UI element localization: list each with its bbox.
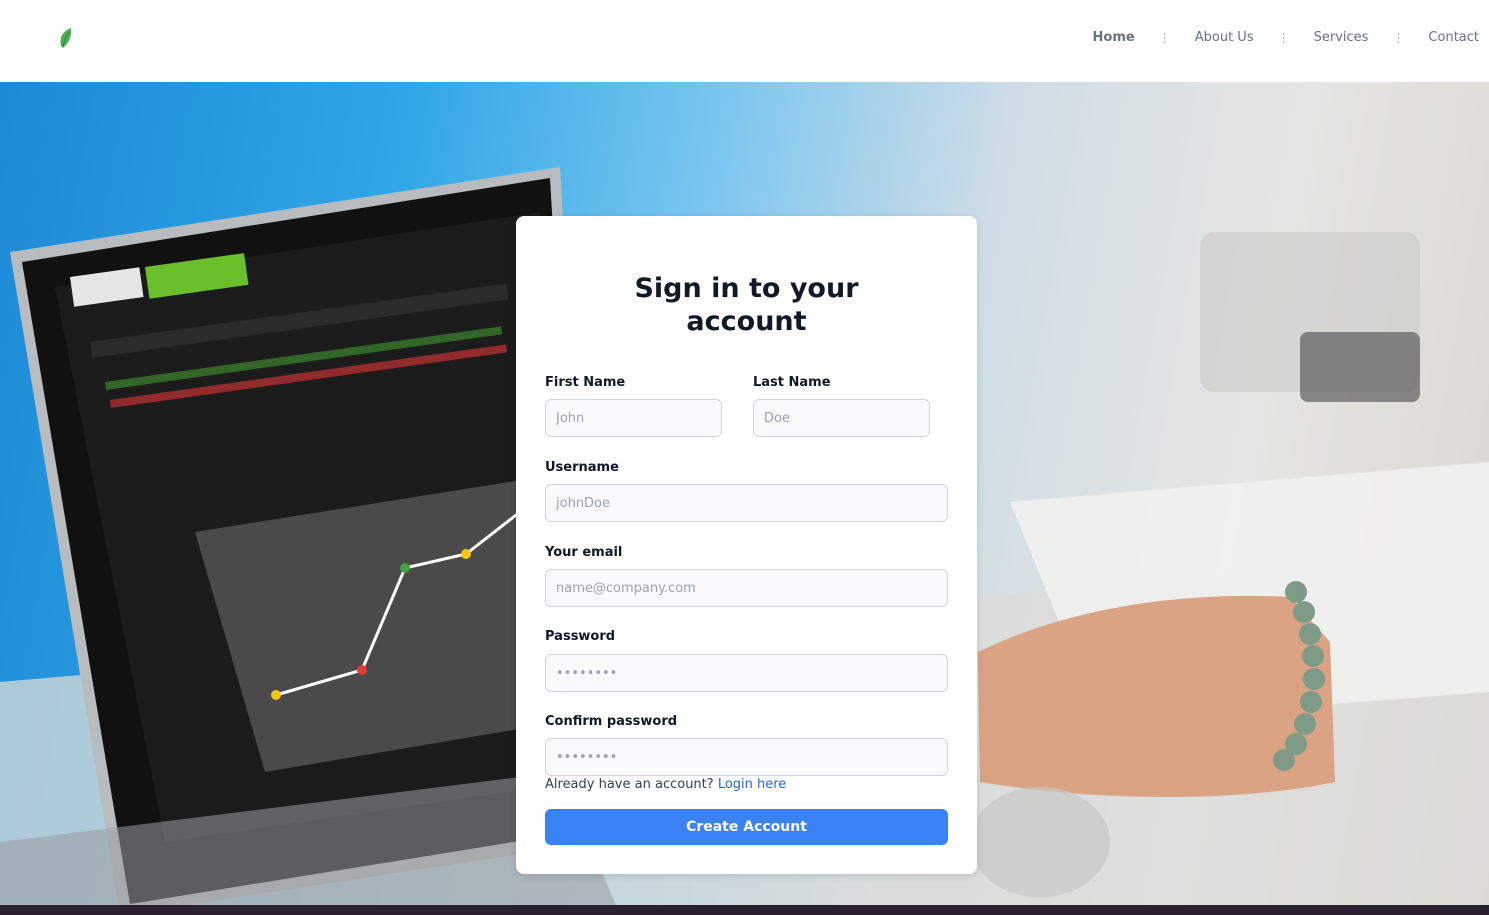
login-link[interactable]: Login here [718, 777, 787, 792]
nav-services-link[interactable]: Services [1314, 30, 1369, 45]
last-name-input[interactable] [753, 399, 930, 437]
nav-home-link[interactable]: Home [1093, 30, 1135, 45]
confirm-password-input[interactable] [545, 738, 948, 776]
top-navbar: Home ⋮ About Us ⋮ Services ⋮ Contact [0, 0, 1489, 82]
main-nav: Home ⋮ About Us ⋮ Services ⋮ Contact [1093, 30, 1479, 45]
signup-card: Sign in to your account First Name Last … [516, 216, 977, 874]
password-input[interactable] [545, 654, 948, 692]
nav-separator: ⋮ [1277, 30, 1290, 45]
email-label: Your email [545, 545, 623, 560]
username-input[interactable] [545, 484, 948, 522]
username-label: Username [545, 460, 619, 475]
first-name-label: First Name [545, 375, 626, 390]
last-name-label: Last Name [753, 375, 831, 390]
login-prompt-text: Already have an account? [545, 777, 714, 792]
email-input[interactable] [545, 569, 948, 607]
nav-separator: ⋮ [1392, 30, 1405, 45]
nav-separator: ⋮ [1158, 30, 1171, 45]
confirm-password-label: Confirm password [545, 714, 678, 729]
nav-contact-link[interactable]: Contact [1428, 30, 1479, 45]
login-prompt: Already have an account? Login here [545, 777, 786, 792]
nav-about-link[interactable]: About Us [1195, 30, 1254, 45]
first-name-input[interactable] [545, 399, 722, 437]
password-label: Password [545, 629, 616, 644]
create-account-button[interactable]: Create Account [545, 809, 948, 845]
leaf-logo-icon[interactable] [57, 27, 75, 49]
form-title: Sign in to your account [634, 273, 859, 337]
